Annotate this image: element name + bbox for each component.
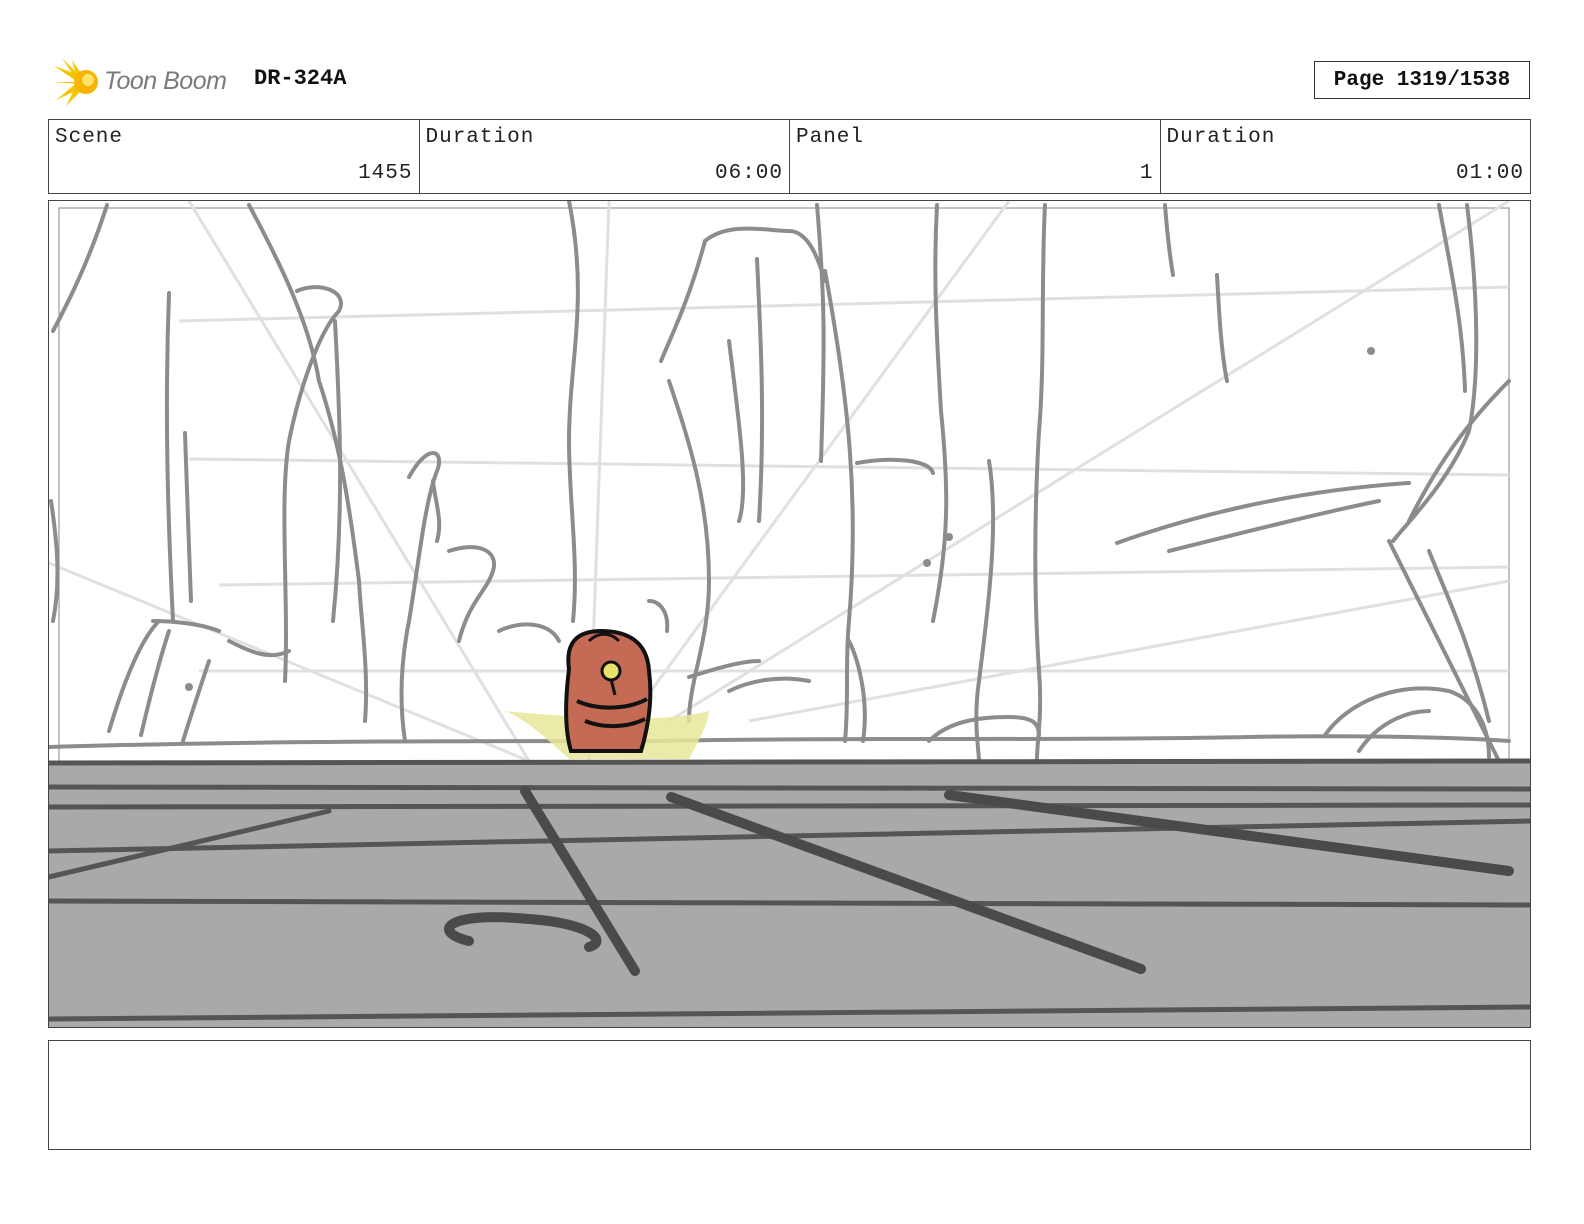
scene-duration-cell: Duration 06:00	[420, 120, 790, 193]
floor	[49, 758, 1530, 1027]
scene-duration-label: Duration	[425, 126, 535, 149]
starburst-icon	[52, 58, 98, 106]
panel-duration-value: 01:00	[1455, 162, 1524, 185]
storyboard-panel	[48, 200, 1531, 1028]
production-code: DR-324A	[254, 66, 347, 91]
logo-text: Toon Boom	[104, 67, 227, 95]
page-indicator: Page 1319/1538	[1314, 61, 1530, 99]
panel-cell: Panel 1	[790, 120, 1161, 193]
panel-notes	[48, 1040, 1531, 1150]
panel-label: Panel	[796, 126, 865, 149]
panel-duration-cell: Duration 01:00	[1161, 120, 1531, 193]
scene-info-table: Scene 1455 Duration 06:00 Panel 1 Durati…	[48, 119, 1531, 194]
panel-value: 1	[1139, 162, 1154, 185]
toon-boom-logo: Toon Boom	[52, 56, 242, 108]
scene-cell: Scene 1455	[49, 120, 420, 193]
scene-value: 1455	[358, 162, 413, 185]
scene-duration-value: 06:00	[714, 162, 783, 185]
panel-duration-label: Duration	[1166, 126, 1276, 149]
panel-sketch	[49, 201, 1530, 1027]
scene-label: Scene	[55, 126, 124, 149]
